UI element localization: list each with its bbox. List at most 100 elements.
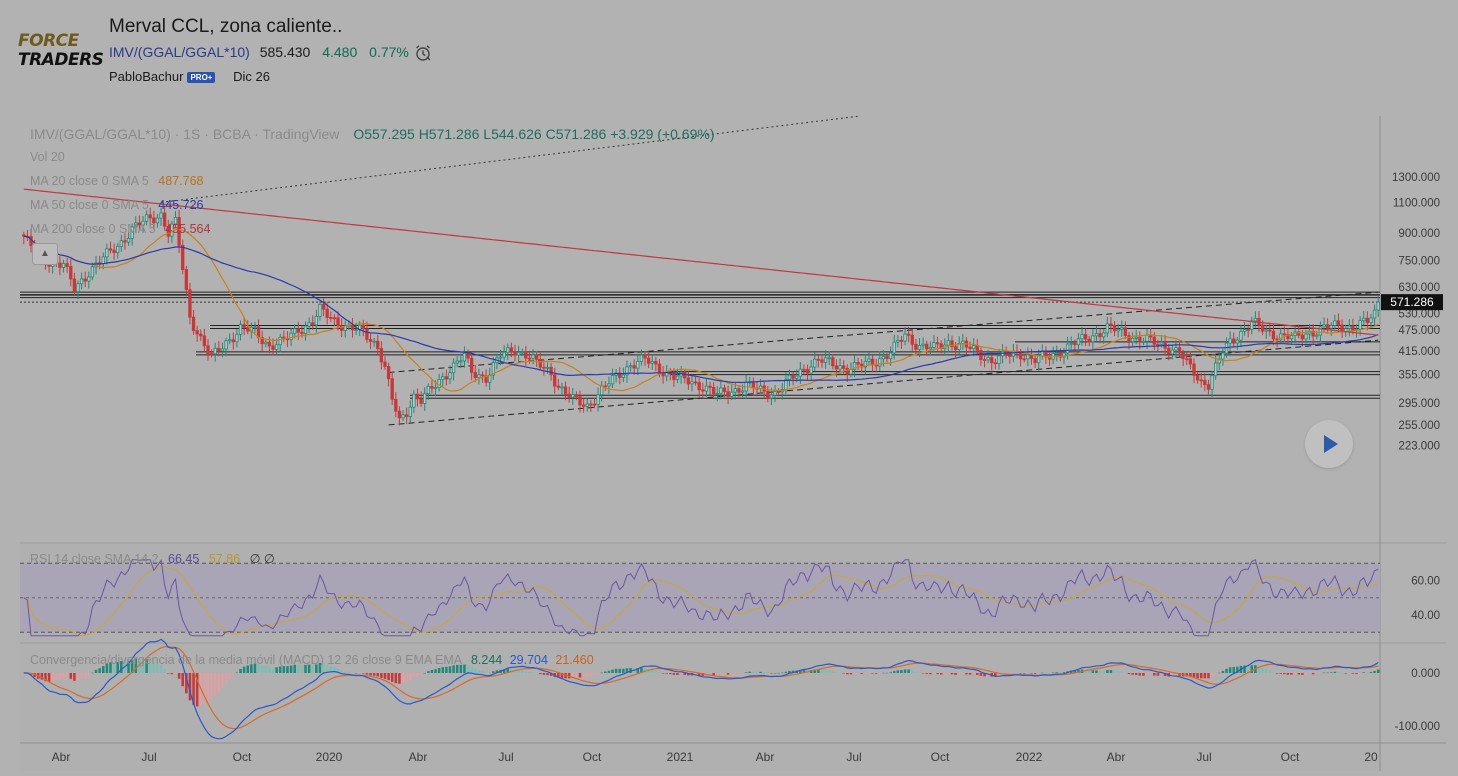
candle-body xyxy=(885,355,889,359)
macd-bar xyxy=(55,673,58,681)
macd-bar xyxy=(669,673,672,675)
candle-body xyxy=(1037,355,1041,364)
candle-body xyxy=(300,331,304,334)
macd-bar xyxy=(358,673,361,674)
candle-body xyxy=(1094,333,1099,337)
candle-body xyxy=(628,365,633,368)
candle-body xyxy=(639,354,644,362)
candle-body xyxy=(1289,335,1294,340)
candle-body xyxy=(766,390,770,399)
macd-bar xyxy=(474,668,477,673)
macd-bar xyxy=(1355,673,1358,674)
candle-body xyxy=(798,368,802,377)
macd-bar xyxy=(351,672,354,674)
vol-legend: Vol 20 xyxy=(30,150,65,164)
macd-bar xyxy=(354,673,358,674)
macd-bar xyxy=(961,673,965,675)
macd-bar xyxy=(1156,673,1160,676)
candle-body xyxy=(455,360,459,364)
publish-date: Dic 26 xyxy=(233,69,270,84)
macd-bar xyxy=(383,673,387,679)
candle-body xyxy=(726,391,730,397)
candle-body xyxy=(1076,338,1081,346)
macd-bar xyxy=(939,673,943,675)
candle-body xyxy=(394,398,398,412)
macd-bar xyxy=(1095,670,1098,673)
macd-bar xyxy=(1196,673,1199,679)
candle-body xyxy=(805,369,810,374)
candle-body xyxy=(1195,375,1200,381)
candle-body xyxy=(1282,333,1286,336)
time-axis-tick: Abr xyxy=(52,750,71,764)
candle-body xyxy=(1156,343,1160,346)
macd-bar xyxy=(484,671,488,673)
macd-bar xyxy=(827,670,831,673)
candle-body xyxy=(907,333,911,336)
macd-bar xyxy=(1109,669,1113,673)
macd-bar xyxy=(1022,673,1026,674)
macd-bar xyxy=(943,673,947,675)
price-chart-svg[interactable]: 1300.000 1100.000 900.000 750.000 630.000 530… xyxy=(20,115,1446,771)
candle-body xyxy=(473,371,477,379)
macd-bar xyxy=(593,673,596,676)
candle-body xyxy=(1362,317,1366,322)
candle-body xyxy=(90,266,95,278)
macd-bar xyxy=(820,669,824,673)
candle-body xyxy=(376,340,380,349)
ma200-legend: MA 200 close 0 SMA 5 455.564 xyxy=(30,222,211,236)
macd-bar xyxy=(676,673,679,675)
macd-bar xyxy=(542,673,546,675)
symbol-link[interactable]: IMV/(GGAL/GGAL*10) xyxy=(109,44,250,60)
candle-body xyxy=(361,324,365,330)
macd-bar xyxy=(470,666,473,673)
macd-bar xyxy=(531,672,535,673)
candle-body xyxy=(990,357,994,364)
macd-bar xyxy=(167,673,170,674)
macd-bar xyxy=(932,673,936,675)
macd-bar xyxy=(766,672,770,674)
candle-body xyxy=(202,335,207,347)
candle-body xyxy=(571,394,575,398)
candle-body xyxy=(426,386,430,395)
time-axis-tick: 2022 xyxy=(1016,750,1043,764)
candle-body xyxy=(1365,317,1370,324)
macd-bar xyxy=(1322,672,1326,674)
chevron-up-icon[interactable]: ▲ xyxy=(32,243,58,265)
macd-bar xyxy=(972,673,975,675)
candle-body xyxy=(246,327,250,332)
play-icon[interactable] xyxy=(1305,420,1353,468)
author-name[interactable]: PabloBachur xyxy=(109,69,183,84)
macd-bar xyxy=(1138,673,1142,676)
candle-body xyxy=(1185,358,1189,361)
time-axis-tick: Jul xyxy=(1196,750,1211,764)
macd-bar xyxy=(672,673,676,675)
macd-bar xyxy=(390,673,394,682)
candle-body xyxy=(592,403,597,406)
macd-bar xyxy=(867,673,871,674)
macd-bar xyxy=(362,673,365,674)
candle-body xyxy=(119,240,123,247)
macd-bar xyxy=(1044,672,1048,674)
time-axis-tick: 20 xyxy=(1364,750,1378,764)
alarm-clock-icon[interactable] xyxy=(414,44,432,62)
macd-bar xyxy=(578,673,582,678)
macd-bar xyxy=(394,673,398,684)
chart-area[interactable]: 1300.000 1100.000 900.000 750.000 630.000 530… xyxy=(20,115,1446,771)
candle-body xyxy=(1112,324,1117,332)
force-traders-logo[interactable]: FORCE TRADERS xyxy=(18,32,104,72)
macd-bar xyxy=(528,672,531,673)
price-axis-tick: 255.000 xyxy=(1398,420,1440,432)
macd-bar xyxy=(91,672,94,674)
macd-bar xyxy=(1340,672,1344,674)
candle-body xyxy=(307,322,311,327)
candle-body xyxy=(213,347,217,355)
candle-body xyxy=(1138,336,1142,343)
time-axis-tick: Abr xyxy=(756,750,775,764)
time-axis-tick: Jul xyxy=(141,750,156,764)
candle-body xyxy=(632,365,636,369)
price-axis-tick: 530.000 xyxy=(1398,309,1440,321)
macd-bar xyxy=(488,672,491,673)
candle-body xyxy=(231,339,235,343)
candle-body xyxy=(730,391,734,397)
candle-body xyxy=(686,377,691,385)
